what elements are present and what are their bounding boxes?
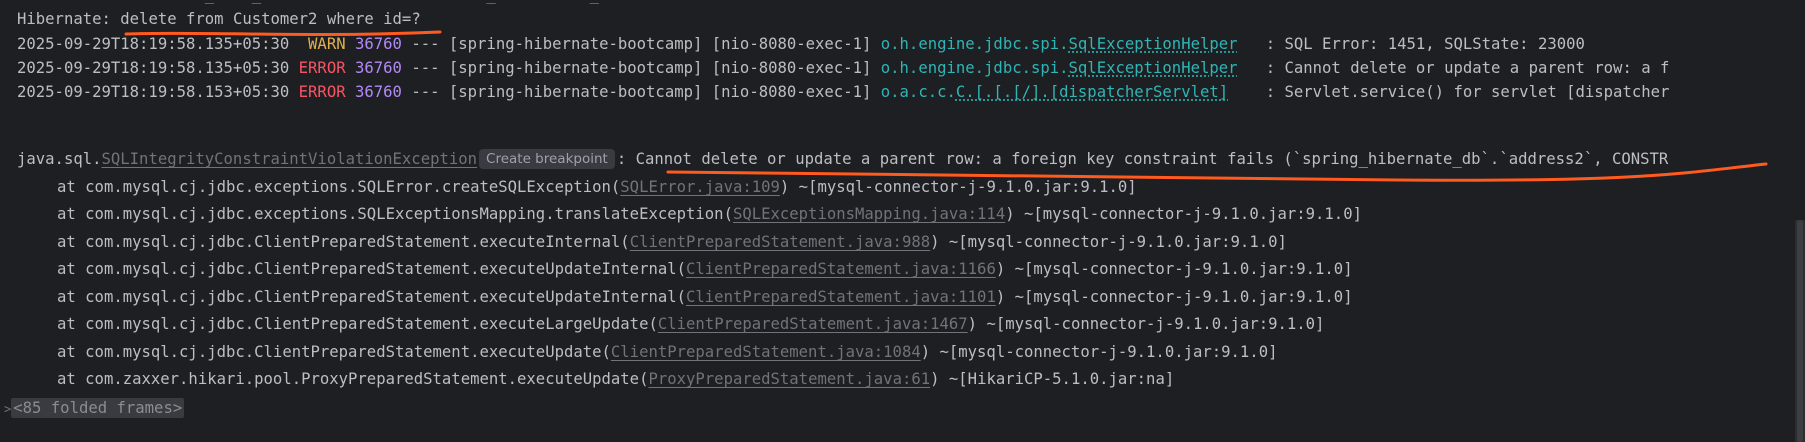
- frame-method: at com.zaxxer.hikari.pool.ProxyPreparedS…: [57, 370, 649, 388]
- frame-method: at com.mysql.cj.jdbc.ClientPreparedState…: [57, 260, 687, 278]
- frame-jar: ) ~[mysql-connector-j-9.1.0.jar:9.1.0]: [995, 260, 1353, 278]
- stack-frame: at com.mysql.cj.jdbc.ClientPreparedState…: [0, 311, 1324, 338]
- frame-source-link[interactable]: SQLExceptionsMapping.java:114: [733, 205, 1005, 223]
- log-timestamp: 2025-09-29T18:19:58.135+05:30: [17, 59, 290, 77]
- stack-frame: at com.mysql.cj.jdbc.ClientPreparedState…: [0, 339, 1277, 366]
- frame-method: at com.mysql.cj.jdbc.ClientPreparedState…: [57, 343, 611, 361]
- console-output: Hibernate: delete c2_0 c2_0.name from Cu…: [0, 0, 1790, 442]
- frame-source-link[interactable]: ClientPreparedStatement.java:1166: [686, 260, 996, 278]
- log-level: WARN: [298, 35, 346, 53]
- frame-method: at com.mysql.cj.jdbc.exceptions.SQLExcep…: [57, 205, 733, 223]
- logger-class-link[interactable]: C.[.[.[/].[dispatcherServlet]: [956, 83, 1228, 101]
- frame-source-link[interactable]: ClientPreparedStatement.java:988: [630, 233, 930, 251]
- scrollbar-thumb[interactable]: [1797, 220, 1803, 442]
- logger-class-link[interactable]: SqlExceptionHelper: [1069, 59, 1238, 77]
- log-thread: --- [spring-hibernate-bootcamp] [nio-808…: [401, 59, 881, 77]
- frame-jar: ) ~[mysql-connector-j-9.1.0.jar:9.1.0]: [920, 343, 1278, 361]
- frame-jar: ) ~[mysql-connector-j-9.1.0.jar:9.1.0]: [930, 233, 1287, 251]
- logger-class-link[interactable]: SqlExceptionHelper: [1069, 35, 1238, 53]
- frame-method: at com.mysql.cj.jdbc.exceptions.SQLError…: [57, 178, 621, 196]
- frame-method: at com.mysql.cj.jdbc.ClientPreparedState…: [57, 233, 630, 251]
- create-breakpoint-button[interactable]: Create breakpoint: [479, 149, 615, 169]
- frame-method: at com.mysql.cj.jdbc.ClientPreparedState…: [57, 288, 687, 306]
- log-pid: 36760: [355, 59, 402, 77]
- frame-source-link[interactable]: SQLError.java:109: [620, 178, 780, 196]
- frame-source-link[interactable]: ClientPreparedStatement.java:1084: [611, 343, 921, 361]
- folded-frames-label[interactable]: <85 folded frames>: [11, 398, 185, 418]
- frame-source-link[interactable]: ProxyPreparedStatement.java:61: [648, 370, 930, 388]
- log-message: : Servlet.service() for servlet [dispatc…: [1228, 83, 1670, 101]
- frame-source-link[interactable]: ClientPreparedStatement.java:1101: [686, 288, 996, 306]
- log-pid: 36760: [355, 83, 402, 101]
- hibernate-prefix: Hibernate:: [17, 10, 121, 28]
- exception-class-link[interactable]: SQLIntegrityConstraintViolationException: [102, 150, 478, 168]
- stack-frame: at com.mysql.cj.jdbc.ClientPreparedState…: [0, 229, 1287, 256]
- exception-package: java.sql.: [17, 150, 102, 168]
- log-thread: --- [spring-hibernate-bootcamp] [nio-808…: [401, 83, 881, 101]
- frame-jar: ) ~[mysql-connector-j-9.1.0.jar:9.1.0]: [1005, 205, 1362, 223]
- hibernate-sql-line: Hibernate: delete from Customer2 where i…: [0, 6, 421, 33]
- log-thread: --- [spring-hibernate-bootcamp] [nio-808…: [401, 35, 881, 53]
- exception-line: java.sql.SQLIntegrityConstraintViolation…: [0, 146, 1668, 173]
- log-level: ERROR: [298, 59, 346, 77]
- stack-frame: at com.mysql.cj.jdbc.ClientPreparedState…: [0, 256, 1353, 283]
- log-timestamp: 2025-09-29T18:19:58.135+05:30: [17, 35, 290, 53]
- stack-frame: at com.zaxxer.hikari.pool.ProxyPreparedS…: [0, 366, 1174, 393]
- frame-jar: ) ~[HikariCP-5.1.0.jar:na]: [930, 370, 1175, 388]
- logger-package: o.a.c.c.: [880, 83, 956, 101]
- log-line: 2025-09-29T18:19:58.153+05:30 ERROR 3676…: [0, 79, 1669, 106]
- log-timestamp: 2025-09-29T18:19:58.153+05:30: [17, 83, 290, 101]
- logger-package: o.h.engine.jdbc.spi.: [880, 35, 1069, 53]
- frame-method: at com.mysql.cj.jdbc.ClientPreparedState…: [57, 315, 658, 333]
- exception-message: : Cannot delete or update a parent row: …: [616, 150, 1669, 168]
- stack-frame: at com.mysql.cj.jdbc.exceptions.SQLError…: [0, 174, 1137, 201]
- stack-frame: at com.mysql.cj.jdbc.exceptions.SQLExcep…: [0, 201, 1362, 228]
- stack-frame: at com.mysql.cj.jdbc.ClientPreparedState…: [0, 284, 1353, 311]
- hibernate-sql: delete from Customer2 where id=?: [120, 10, 421, 28]
- log-message: : Cannot delete or update a parent row: …: [1237, 59, 1670, 77]
- log-pid: 36760: [355, 35, 402, 53]
- logger-package: o.h.engine.jdbc.spi.: [880, 59, 1069, 77]
- frame-jar: ) ~[mysql-connector-j-9.1.0.jar:9.1.0]: [779, 178, 1137, 196]
- log-level: ERROR: [298, 83, 346, 101]
- folded-frames-row[interactable]: > <85 folded frames>: [0, 395, 185, 422]
- log-line: 2025-09-29T18:19:58.135+05:30 WARN 36760…: [0, 31, 1585, 58]
- log-line: 2025-09-29T18:19:58.135+05:30 ERROR 3676…: [0, 55, 1669, 82]
- frame-source-link[interactable]: ClientPreparedStatement.java:1467: [658, 315, 968, 333]
- frame-jar: ) ~[mysql-connector-j-9.1.0.jar:9.1.0]: [967, 315, 1325, 333]
- log-message: : SQL Error: 1451, SQLState: 23000: [1237, 35, 1585, 53]
- frame-jar: ) ~[mysql-connector-j-9.1.0.jar:9.1.0]: [995, 288, 1353, 306]
